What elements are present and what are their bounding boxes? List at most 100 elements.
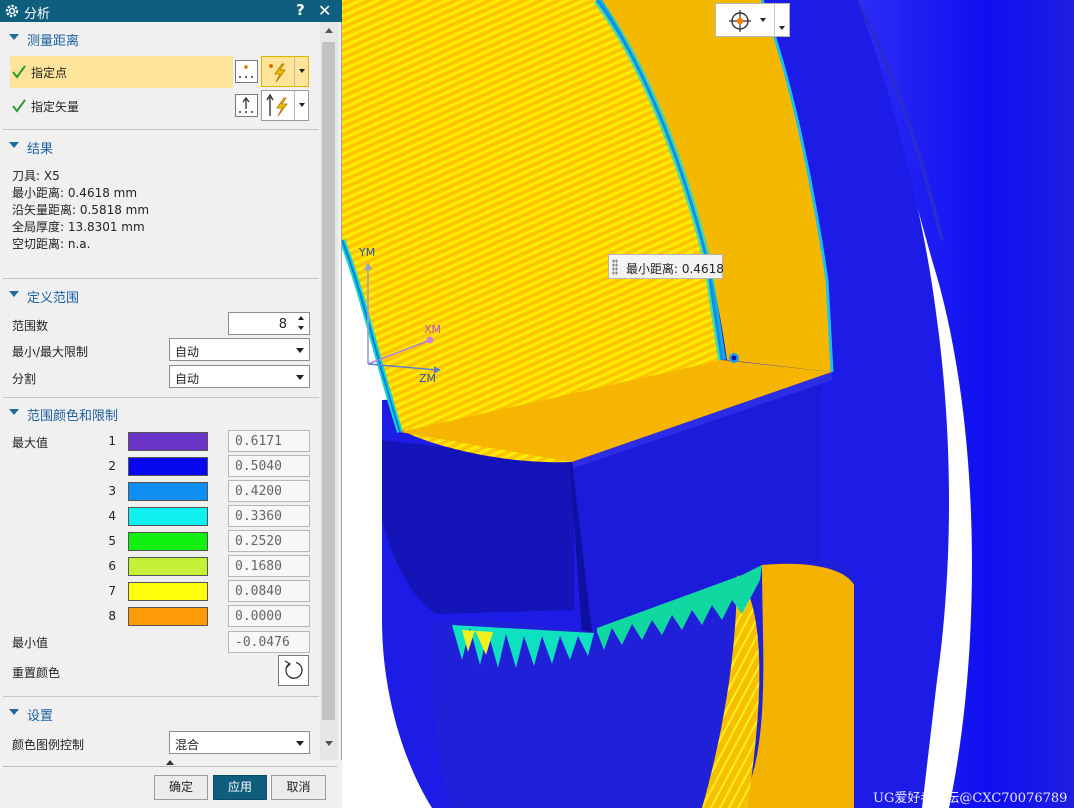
result-global-thickness: 全局厚度: 13.8301 mm [12,220,145,234]
level-value-field[interactable]: 0.6171 [228,430,310,452]
split-value: 自动 [175,372,200,386]
snap-point-icon [729,10,751,32]
section-settings-label: 设置 [27,709,54,724]
level-value-field[interactable]: 0.2520 [228,530,310,552]
split-label: 分割 [12,372,37,386]
max-value-label: 最大值 [12,436,49,450]
chevron-down-icon[interactable] [779,26,785,30]
scroll-down-icon[interactable] [325,741,333,746]
level-number: 1 [108,434,116,448]
section-range-colors[interactable]: 范围颜色和限制 [0,401,320,425]
min-distance-tooltip[interactable]: 最小距离: 0.4618 [608,254,724,279]
reset-colors-label: 重置颜色 [12,666,61,680]
section-measure-distance-label: 测量距离 [27,34,80,49]
vector-dialog-button[interactable] [235,94,258,117]
level-value-text: 0.1680 [235,559,282,574]
legend-control-select[interactable]: 混合 [169,731,310,754]
level-number: 8 [108,609,116,623]
reset-colors-button[interactable] [278,655,309,686]
result-air-cut-distance: 空切距离: n.a. [12,237,91,251]
level-value-text: 0.0840 [235,584,282,599]
help-button[interactable]: ? [296,1,305,19]
snap-point-toolbar[interactable] [715,3,790,37]
collapse-triangle-icon [9,142,19,148]
level-value-text: 0.0000 [235,609,282,624]
min-distance-tooltip-text: 最小距离: 0.4618 [626,262,724,276]
close-button[interactable]: ✕ [318,1,331,20]
level-value-field[interactable]: 0.1680 [228,555,310,577]
minmax-limit-value: 自动 [175,345,200,359]
level-color-swatch[interactable] [128,482,208,501]
ok-button[interactable]: 确定 [154,775,208,800]
chevron-down-icon[interactable] [760,18,766,22]
spin-up-icon[interactable] [298,316,304,320]
min-value-text: -0.0476 [235,635,290,650]
collapse-triangle-icon [9,409,19,415]
axis-zm-label: ZM [419,372,437,385]
dialog-title: 分析 [24,7,51,22]
level-value-field[interactable]: 0.0000 [228,605,310,627]
chevron-down-icon[interactable] [299,69,305,73]
range-count-value: 8 [278,317,287,332]
checkmark-icon [12,65,26,79]
level-value-text: 0.3360 [235,509,282,524]
point-dialog-icon [239,65,253,78]
chevron-down-icon [296,741,304,746]
inferred-vector-button[interactable] [261,90,309,121]
minmax-limit-label: 最小/最大限制 [12,345,89,359]
level-number: 3 [108,484,116,498]
expand-up-icon[interactable] [166,760,174,765]
section-measure-distance[interactable]: 测量距离 [0,26,320,50]
level-value-field[interactable]: 0.3360 [228,505,310,527]
level-value-text: 0.5040 [235,459,282,474]
chevron-down-icon [296,375,304,380]
level-value-text: 0.2520 [235,534,282,549]
spin-down-icon[interactable] [298,326,304,330]
dialog-scrollbar[interactable] [320,22,338,760]
range-count-label: 范围数 [12,319,49,333]
level-color-swatch[interactable] [128,582,208,601]
min-value-field[interactable]: -0.0476 [228,631,310,653]
section-define-range-label: 定义范围 [27,291,80,306]
level-color-swatch[interactable] [128,532,208,551]
graphics-viewport[interactable]: YM XM ZM 最小距离: 0.4618 UG爱好者论坛@CXC7007678… [342,0,1074,808]
minmax-limit-select[interactable]: 自动 [169,338,310,361]
cancel-button[interactable]: 取消 [271,775,326,800]
point-dialog-button[interactable] [235,60,258,83]
legend-control-label: 颜色图例控制 [12,738,85,752]
level-color-swatch[interactable] [128,457,208,476]
section-settings[interactable]: 设置 [0,701,320,725]
specify-vector-label: 指定矢量 [31,100,80,114]
range-count-spinner[interactable]: 8 [228,312,310,335]
section-results[interactable]: 结果 [0,134,320,158]
scrollbar-thumb[interactable] [322,42,335,720]
lightning-vector-icon [266,93,288,117]
chevron-down-icon[interactable] [299,103,305,107]
gear-icon [5,4,19,18]
level-value-field[interactable]: 0.4200 [228,480,310,502]
result-tool: 刀具: X5 [12,169,60,183]
level-color-swatch[interactable] [128,557,208,576]
dialog-content: 测量距离 指定点 指定矢量 结果 刀具: X5 最小距离: 0.4618 mm … [0,22,320,760]
level-value-field[interactable]: 0.0840 [228,580,310,602]
level-value-field[interactable]: 0.5040 [228,455,310,477]
drag-handle-icon[interactable] [612,259,618,275]
chevron-down-icon [296,348,304,353]
level-color-swatch[interactable] [128,507,208,526]
vector-dialog-icon [239,96,253,113]
axis-ym-label: YM [359,246,376,259]
level-color-swatch[interactable] [128,432,208,451]
scroll-up-icon[interactable] [325,28,333,33]
deviation-color-map [342,0,1074,808]
min-value-label: 最小值 [12,636,49,650]
collapse-triangle-icon [9,34,19,40]
level-value-text: 0.4200 [235,484,282,499]
level-number: 5 [108,534,116,548]
inferred-point-button[interactable] [261,56,309,87]
split-select[interactable]: 自动 [169,365,310,388]
level-color-swatch[interactable] [128,607,208,626]
level-number: 6 [108,559,116,573]
apply-button[interactable]: 应用 [213,775,267,800]
section-define-range[interactable]: 定义范围 [0,283,320,307]
dialog-titlebar[interactable]: 分析 ? ✕ [0,0,342,22]
